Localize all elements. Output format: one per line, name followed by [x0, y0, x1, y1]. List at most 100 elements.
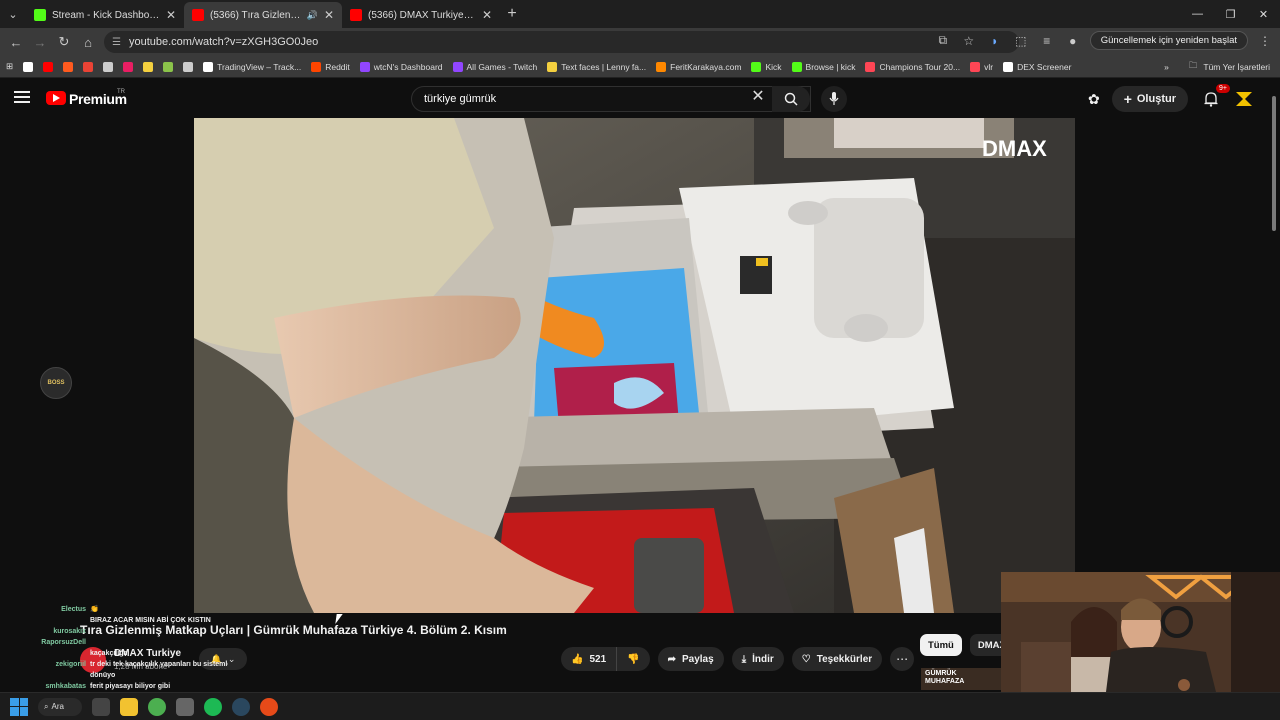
bookmark-item[interactable] — [183, 61, 194, 72]
recommendation-chips: Tümü DMAX — [920, 634, 1014, 656]
bookmark-item[interactable]: Champions Tour 20... — [865, 61, 960, 72]
bookmark-item[interactable] — [83, 61, 94, 72]
voice-search-button[interactable] — [821, 86, 847, 112]
chat-message: zekigoriil tr deki tek kaçakçılık yapanla… — [38, 659, 228, 670]
share-button[interactable]: ➦ Paylaş — [657, 647, 724, 671]
menu-icon[interactable] — [14, 91, 30, 103]
create-button[interactable]: + Oluştur — [1111, 86, 1188, 112]
bookmark-item[interactable]: Text faces | Lenny fa... — [547, 61, 646, 72]
chat-username[interactable] — [38, 648, 86, 659]
chrome-icon[interactable] — [148, 697, 166, 716]
bookmark-item[interactable] — [43, 61, 54, 72]
tab-close-icon[interactable]: ✕ — [324, 8, 334, 22]
tab-search-icon[interactable]: ⌄ — [0, 0, 26, 28]
bookmark-item[interactable] — [63, 61, 74, 72]
tab-youtube-video[interactable]: (5366) Tıra Gizlenmiş Matkap Uçları | Gü… — [184, 2, 342, 28]
chevron-right-icon[interactable]: » — [1164, 62, 1169, 72]
apps-grid-icon[interactable]: ⊞ — [6, 61, 13, 72]
region-code: TR — [117, 89, 125, 95]
close-window-icon[interactable]: ✕ — [1247, 0, 1280, 28]
chip-all[interactable]: Tümü — [920, 634, 962, 656]
thanks-button[interactable]: ♡ Teşekkürler — [791, 647, 883, 671]
taskview-icon[interactable] — [92, 697, 110, 716]
file-explorer-icon[interactable] — [120, 697, 138, 716]
bookmark-item[interactable] — [163, 61, 174, 72]
youtube-logo-icon[interactable] — [46, 91, 66, 105]
search-button[interactable] — [772, 86, 810, 112]
chat-text: BIRAZ ACAR MISIN ABİ ÇOK KISTIN — [90, 617, 211, 624]
bookmark-item[interactable]: wtcN's Dashboard — [359, 61, 443, 72]
more-actions-icon[interactable]: ⋯ — [890, 647, 915, 671]
bookmark-item[interactable]: TradingView – Track... — [203, 61, 301, 72]
bookmark-label: FeritKarakaya.com — [670, 61, 742, 72]
bookmark-item[interactable]: vlr — [970, 61, 993, 72]
bookmark-item[interactable]: Reddit — [311, 61, 350, 72]
reload-icon[interactable]: ↻ — [52, 30, 76, 54]
puzzle-extension-icon[interactable]: ✿ — [1088, 91, 1100, 108]
chat-username[interactable]: RaporsuzDell — [38, 637, 86, 648]
search-query: türkiye gümrük — [424, 93, 497, 105]
tab-dmax-channel[interactable]: (5366) DMAX Turkiye - YouTube ✕ — [342, 2, 500, 28]
site-info-icon[interactable]: ☰ — [112, 37, 121, 48]
chat-message: Electus 👏 — [38, 604, 228, 615]
recommended-thumbnail[interactable]: GÜMRÜK MUHAFAZA — [921, 668, 1001, 690]
chat-username[interactable]: smhkabatas — [38, 681, 86, 692]
all-bookmarks-link[interactable]: Tüm Yer İşaretleri — [1203, 62, 1270, 72]
spotify-icon[interactable] — [204, 697, 222, 716]
chat-username[interactable]: kurosakix — [38, 626, 86, 637]
bookmark-item[interactable]: FeritKarakaya.com — [656, 61, 742, 72]
tab-close-icon[interactable]: ✕ — [166, 8, 176, 22]
install-app-icon[interactable]: ⧉ — [934, 33, 952, 48]
youtube-header: Premium TR türkiye gümrük ✕ ✿ + Oluştur … — [0, 79, 1280, 119]
more-menu-icon[interactable]: ⋮ — [1256, 34, 1274, 48]
update-button[interactable]: Güncellemek için yeniden başlat — [1089, 31, 1248, 50]
avatar[interactable] — [1234, 89, 1254, 109]
bookmark-item[interactable] — [143, 61, 154, 72]
chat-username[interactable] — [38, 615, 86, 626]
video-player[interactable]: DMAX — [194, 118, 1075, 613]
bookmark-item[interactable] — [23, 61, 34, 72]
bookmark-item[interactable]: Kick — [751, 61, 782, 72]
bookmark-item[interactable] — [123, 61, 134, 72]
steam-icon[interactable] — [232, 697, 250, 716]
bookmark-item[interactable]: DEX Screener — [1003, 61, 1071, 72]
chat-text: ferit piyasayı biliyor gibi — [90, 683, 171, 690]
tab-close-icon[interactable]: ✕ — [482, 8, 492, 22]
tab-kick-dashboard[interactable]: Stream - Kick Dashboard ✕ — [26, 2, 184, 28]
windows-taskbar: ⌕ Ara — [0, 692, 1280, 720]
extension-icon[interactable]: ◗ — [986, 34, 1004, 48]
bookmark-item[interactable] — [103, 61, 114, 72]
download-button[interactable]: ⤓ İndir — [731, 647, 784, 671]
notifications-button[interactable]: 9+ — [1200, 84, 1230, 110]
bookmark-item[interactable]: All Games - Twitch — [452, 61, 537, 72]
bookmark-star-icon[interactable]: ☆ — [960, 34, 978, 48]
chat-username[interactable]: zekigoriil — [38, 659, 86, 670]
like-dislike-group: 👍 521 👎 — [561, 647, 650, 671]
home-icon[interactable]: ⌂ — [76, 30, 100, 54]
back-icon[interactable]: ← — [4, 30, 28, 54]
chat-username[interactable] — [38, 670, 86, 681]
address-bar-row: ← → ↻ ⌂ ☰ youtube.com/watch?v=zXGH3GO0Je… — [0, 28, 1280, 56]
toolbar-right: ⧉ ☆ ◗ ⬚ ≡ ● Güncellemek için yeniden baş… — [934, 31, 1274, 50]
clear-search-icon[interactable]: ✕ — [748, 87, 768, 107]
forward-icon[interactable]: → — [28, 30, 52, 54]
plus-icon: + — [1123, 91, 1132, 107]
puzzle-icon[interactable]: ⬚ — [1012, 34, 1030, 48]
speaker-icon[interactable]: 🔊 — [307, 10, 318, 21]
new-tab-button[interactable]: + — [500, 5, 524, 23]
bookmarks-right: » 🗀 Tüm Yer İşaretleri — [1156, 56, 1270, 77]
like-button[interactable]: 👍 521 — [561, 647, 618, 671]
maximize-icon[interactable]: ❐ — [1214, 0, 1247, 28]
taskbar-search[interactable]: ⌕ Ara — [38, 697, 82, 716]
dislike-button[interactable]: 👎 — [617, 647, 650, 671]
chat-username[interactable]: Electus — [38, 604, 86, 615]
bookmark-favicon-icon — [656, 61, 667, 72]
app-red-icon[interactable] — [260, 697, 278, 716]
app-icon[interactable] — [176, 697, 194, 716]
bookmark-item[interactable]: Browse | kick — [791, 61, 855, 72]
url-input[interactable]: ☰ youtube.com/watch?v=zXGH3GO0Jeo — [104, 31, 1019, 53]
profile-avatar[interactable]: ● — [1064, 34, 1082, 48]
windows-start-icon[interactable] — [10, 697, 28, 716]
media-icon[interactable]: ≡ — [1038, 34, 1056, 48]
minimize-icon[interactable]: — — [1181, 0, 1214, 28]
